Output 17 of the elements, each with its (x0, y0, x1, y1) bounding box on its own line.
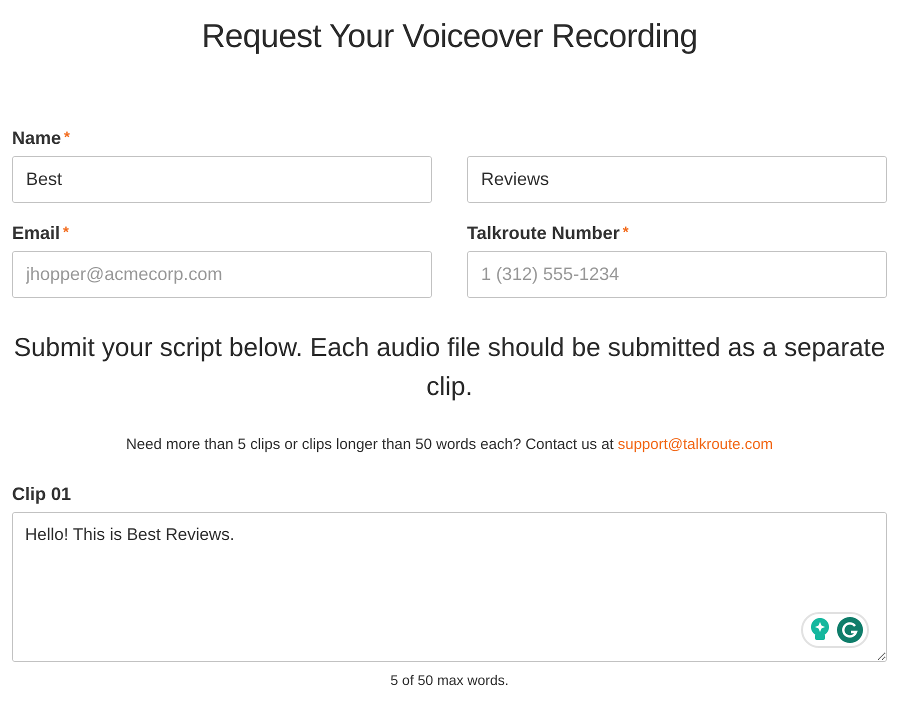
script-textarea[interactable]: Hello! This is Best Reviews. (12, 512, 887, 662)
input-field[interactable]: Best (12, 156, 432, 203)
input-field[interactable]: 1 (312) 555-1234 (467, 251, 887, 298)
required-asterisk: * (63, 224, 69, 241)
word-count: 5 of 50 max words. (389, 672, 510, 688)
grammar-icon[interactable] (837, 617, 863, 643)
help-note: Need more than 5 clips or clips longer than 50 words each? Contact us at support@talkroute.com (124, 436, 774, 453)
field-label: Name * (12, 127, 71, 149)
field-label: Email * (12, 222, 70, 244)
page-title: Request Your Voiceover Recording (200, 16, 698, 56)
field-label: Talkroute Number * (467, 222, 630, 244)
assistant-widget[interactable] (801, 612, 869, 648)
clip-label: Clip 01 (12, 483, 72, 505)
input-field[interactable]: Reviews (467, 156, 887, 203)
required-asterisk: * (622, 224, 629, 241)
instructions-heading: Submit your script below. Each audio file should be submitted as a separate clip. (12, 331, 886, 403)
required-asterisk: * (64, 129, 70, 146)
